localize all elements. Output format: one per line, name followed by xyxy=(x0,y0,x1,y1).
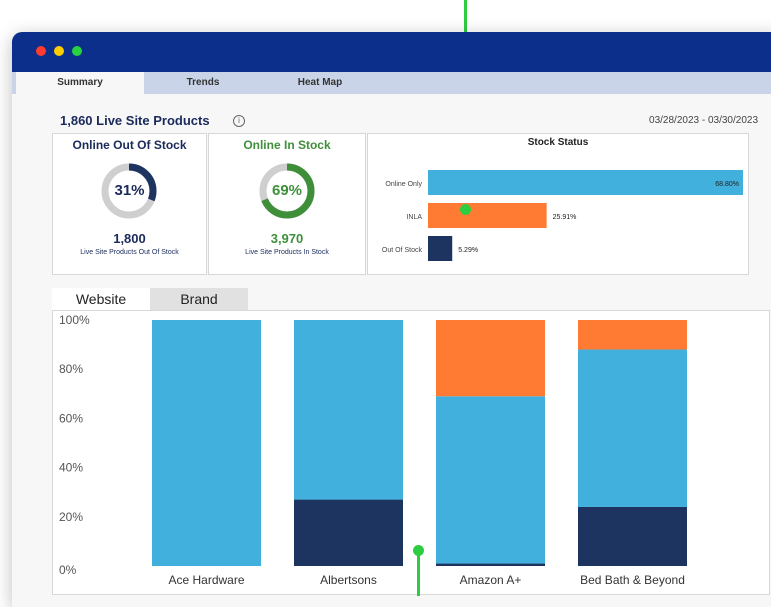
tab-brand[interactable]: Brand xyxy=(150,288,248,310)
website-chart-panel: 0% 20% 40% 60% 80% 100% Ace Hardware Albertsons… xyxy=(52,310,770,595)
x-category-label: Amazon A+ xyxy=(460,573,522,587)
x-category-label: Albertsons xyxy=(320,573,377,587)
stacked-bar-segment[interactable] xyxy=(152,320,261,566)
stacked-bar-segment[interactable] xyxy=(578,506,687,566)
x-category-label: Bed Bath & Beyond xyxy=(580,573,685,587)
in-stock-title: Online In Stock xyxy=(243,138,331,152)
website-stacked-bar-chart: 0% 20% 40% 60% 80% 100% Ace Hardware Albertsons… xyxy=(59,313,687,587)
title-bar xyxy=(12,32,771,72)
in-stock-percent: 69% xyxy=(271,182,303,199)
y-tick-label: 80% xyxy=(59,362,83,376)
app-window: Summary Trends Heat Map 1,860 Live Site … xyxy=(12,32,771,607)
stacked-bar-segment[interactable] xyxy=(436,563,545,566)
stacked-bar-segment[interactable] xyxy=(578,349,687,507)
in-stock-caption: Live Site Products In Stock xyxy=(245,249,329,256)
annotation-line-bottom xyxy=(417,552,420,596)
stock-status-label: INLA xyxy=(406,214,422,221)
close-window-dot[interactable] xyxy=(36,46,46,56)
stock-status-value: 25.91% xyxy=(553,214,577,221)
y-tick-label: 0% xyxy=(59,563,77,577)
stock-status-label: Out Of Stock xyxy=(382,247,423,254)
maximize-window-dot[interactable] xyxy=(72,46,82,56)
annotation-dot-top xyxy=(460,204,471,215)
stock-status-value: 68.80% xyxy=(715,181,739,188)
in-stock-card: Online In Stock 69% 3,970 Live Site Prod… xyxy=(208,133,366,275)
date-range[interactable]: 03/28/2023 - 03/30/2023 xyxy=(649,115,758,126)
live-products-title: 1,860 Live Site Products xyxy=(60,113,210,128)
y-tick-label: 60% xyxy=(59,411,83,425)
tab-website[interactable]: Website xyxy=(52,288,150,310)
x-category-label: Ace Hardware xyxy=(168,573,244,587)
stacked-bar-segment[interactable] xyxy=(294,320,403,500)
stock-status-value: 5.29% xyxy=(458,247,478,254)
y-tick-label: 20% xyxy=(59,510,83,524)
minimize-window-dot[interactable] xyxy=(54,46,64,56)
out-of-stock-card: Online Out Of Stock 31% 1,800 Live Site … xyxy=(52,133,207,275)
tab-trends[interactable]: Trends xyxy=(140,72,266,94)
in-stock-count: 3,970 xyxy=(270,231,304,246)
out-of-stock-caption: Live Site Products Out Of Stock xyxy=(80,249,179,256)
stacked-bar-segment[interactable] xyxy=(294,499,403,566)
out-of-stock-title: Online Out Of Stock xyxy=(72,138,187,152)
y-tick-label: 40% xyxy=(59,461,83,475)
stock-status-chart: Online Only 68.80% INLA 25.91% Out Of Stock 5… xyxy=(382,170,743,261)
stock-status-bar[interactable] xyxy=(428,203,547,228)
tab-bar: Summary Trends Heat Map xyxy=(12,72,771,94)
tab-summary[interactable]: Summary xyxy=(16,72,144,94)
stock-status-bar[interactable] xyxy=(428,236,453,261)
stock-status-bar[interactable] xyxy=(428,170,743,195)
stacked-bar-segment[interactable] xyxy=(436,396,545,564)
out-of-stock-count: 1,800 xyxy=(113,231,146,246)
info-icon[interactable]: i xyxy=(233,115,245,127)
y-tick-label: 100% xyxy=(59,313,90,327)
stock-status-card: Stock Status Online Only 68.80% INLA 25.91%… xyxy=(367,133,749,275)
tab-heat-map[interactable]: Heat Map xyxy=(256,72,384,94)
annotation-dot-bottom xyxy=(413,545,424,556)
stacked-bar-segment[interactable] xyxy=(578,320,687,350)
stock-status-label: Online Only xyxy=(385,181,422,188)
stacked-bar-segment[interactable] xyxy=(436,320,545,397)
stock-status-title: Stock Status xyxy=(527,137,589,148)
out-of-stock-percent: 31% xyxy=(114,182,145,199)
